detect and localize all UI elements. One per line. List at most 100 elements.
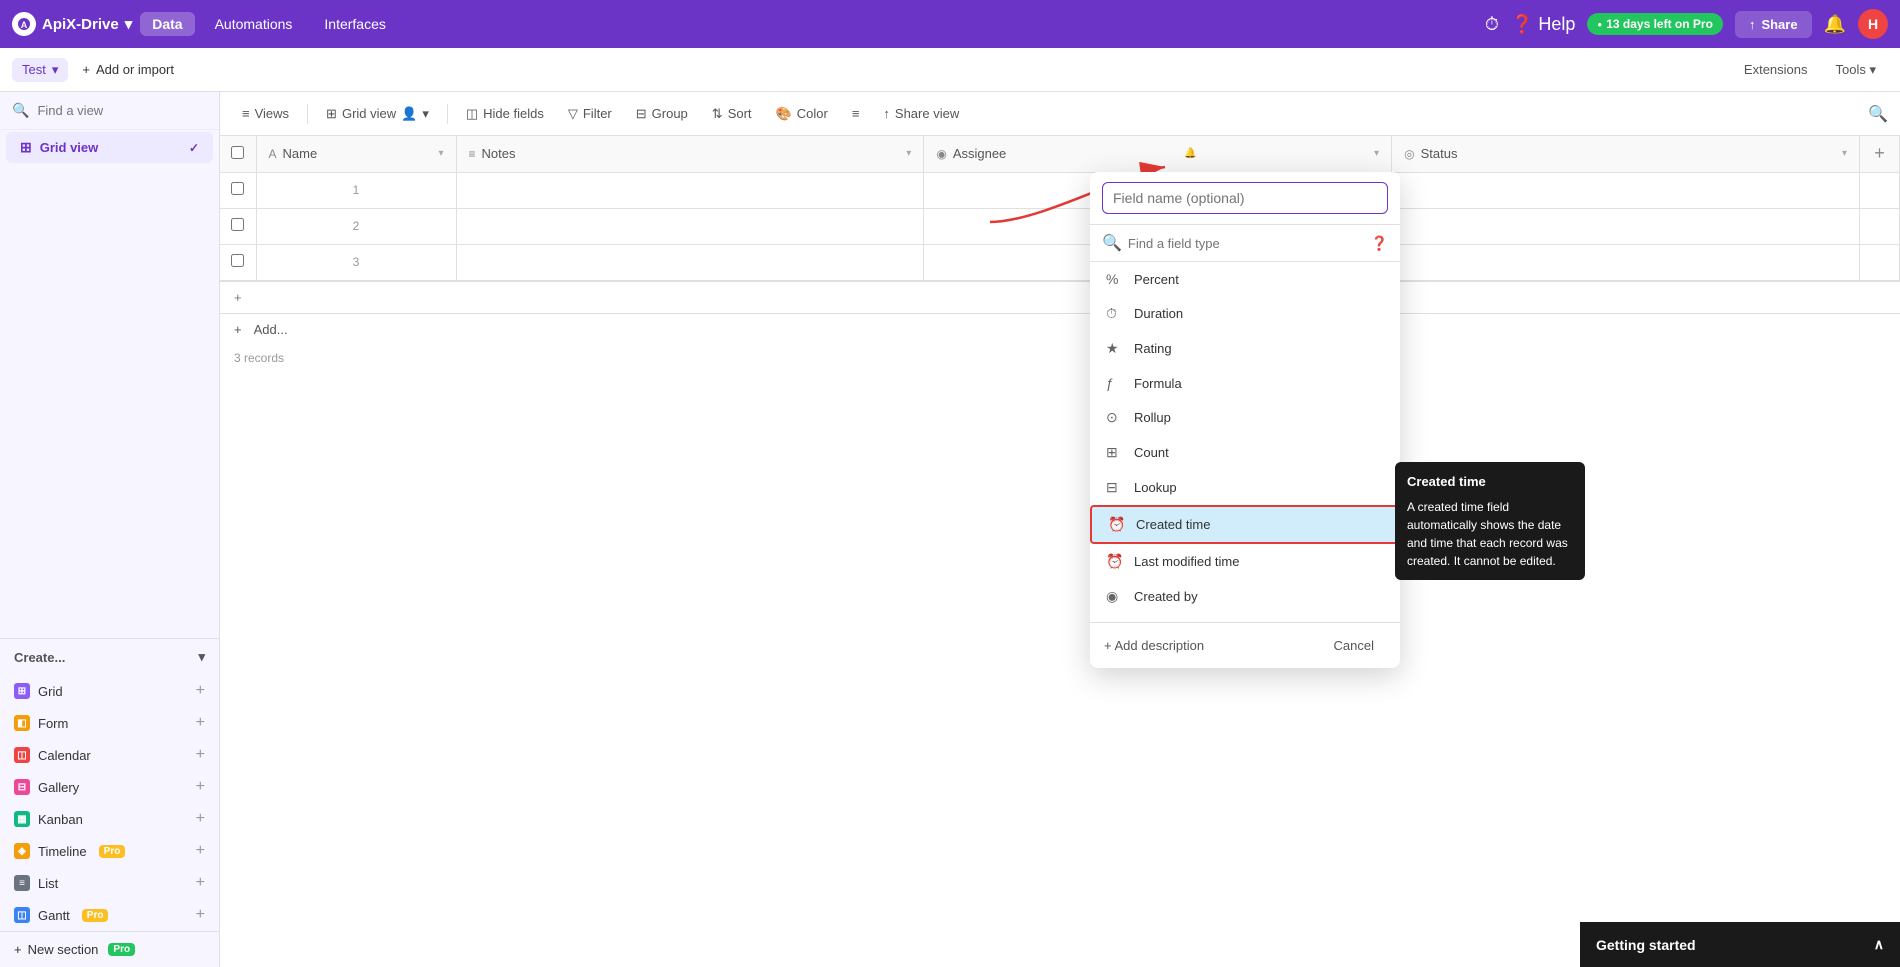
status-col-header[interactable]: ◎ Status ▾ [1392, 136, 1860, 172]
create-timeline-btn[interactable]: ◈ Timeline Pro + [0, 835, 219, 867]
create-kanban-btn[interactable]: ▦ Kanban + [0, 803, 219, 835]
color-btn[interactable]: 🎨 Color [766, 101, 838, 127]
assignee-cell-3[interactable] [1392, 244, 1860, 280]
status-cell-2[interactable] [1860, 208, 1900, 244]
help-btn[interactable]: ❓ Help [1511, 14, 1575, 35]
field-item-formula[interactable]: ƒ Formula [1090, 366, 1400, 400]
search-icon: 🔍 [12, 102, 29, 119]
status-cell-1[interactable] [1860, 172, 1900, 208]
count-icon: ⊞ [1106, 444, 1124, 461]
share-btn[interactable]: ↑ Share [1735, 11, 1812, 38]
calendar-icon: ◫ [14, 747, 30, 763]
field-item-lookup[interactable]: ⊟ Lookup [1090, 470, 1400, 505]
add-row-btn[interactable]: + [220, 281, 1900, 313]
field-item-rollup[interactable]: ⊙ Rollup [1090, 400, 1400, 435]
name-col-header[interactable]: A Name ▾ [256, 136, 456, 172]
views-btn[interactable]: ≡ Views [232, 101, 299, 126]
create-gallery-btn[interactable]: ⊟ Gallery + [0, 771, 219, 803]
group-btn[interactable]: ⊟ Group [626, 101, 698, 127]
notifications-icon[interactable]: 🔔 [1824, 14, 1846, 35]
notes-col-header[interactable]: ≡ Notes ▾ [456, 136, 924, 172]
create-form-btn[interactable]: ◧ Form + [0, 707, 219, 739]
find-view-input[interactable] [37, 103, 213, 118]
assignee-cell-1[interactable] [1392, 172, 1860, 208]
field-item-label: Created by [1134, 589, 1198, 604]
checkbox-cell[interactable] [220, 208, 256, 244]
status-cell-3[interactable] [1860, 244, 1900, 280]
create-list-btn[interactable]: ≡ List + [0, 867, 219, 899]
extensions-btn[interactable]: Extensions [1732, 58, 1820, 82]
add-col-btn[interactable]: + [1860, 136, 1900, 172]
row-height-btn[interactable]: ≡ [842, 101, 870, 126]
tools-btn[interactable]: Tools ▾ [1824, 58, 1889, 82]
add-or-import-btn[interactable]: + Add or import [72, 58, 184, 81]
create-calendar-btn[interactable]: ◫ Calendar + [0, 739, 219, 771]
field-item-duration[interactable]: ⏱ Duration [1090, 296, 1400, 331]
nav-dropdown-arrow[interactable]: ▾ [125, 15, 133, 33]
add-description-btn[interactable]: + Add description [1104, 638, 1204, 653]
field-item-rating[interactable]: ★ Rating [1090, 331, 1400, 366]
sort-btn[interactable]: ⇅ Sort [702, 101, 762, 127]
history-icon[interactable]: ⏱ [1485, 14, 1499, 35]
new-section-btn[interactable]: + New section Pro [0, 931, 219, 967]
field-item-label: Percent [1134, 272, 1179, 287]
filter-icon: ▽ [568, 106, 578, 122]
checkbox-cell[interactable] [220, 172, 256, 208]
field-item-last-modified-by[interactable]: ◉ Last modified by [1090, 614, 1400, 622]
kanban-label: Kanban [38, 812, 83, 827]
cancel-btn[interactable]: Cancel [1322, 633, 1386, 658]
checkbox-col-header[interactable] [220, 136, 256, 172]
nav-automations-btn[interactable]: Automations [203, 12, 305, 36]
test-tab[interactable]: Test ▾ [12, 58, 68, 82]
avatar[interactable]: H [1858, 9, 1888, 39]
app-logo[interactable]: A ApiX-Drive ▾ [12, 12, 132, 36]
sidebar-item-grid-view[interactable]: ⊞ Grid view ✓ [6, 132, 213, 163]
percent-icon: % [1106, 271, 1124, 287]
field-type-search-input[interactable] [1128, 236, 1365, 251]
filter-btn[interactable]: ▽ Filter [558, 101, 622, 127]
assignee-cell-2[interactable] [1392, 208, 1860, 244]
nav-interfaces-btn[interactable]: Interfaces [312, 12, 397, 36]
plus-icon: + [196, 682, 205, 700]
name-cell-2[interactable] [456, 208, 924, 244]
search-icon[interactable]: 🔍 [1868, 104, 1888, 124]
name-cell-1[interactable] [456, 172, 924, 208]
field-item-created-by[interactable]: ◉ Created by [1090, 579, 1400, 614]
create-section[interactable]: Create... ▾ [0, 639, 219, 675]
field-item-last-modified-time[interactable]: ⏰ Last modified time [1090, 544, 1400, 579]
field-item-label: Lookup [1134, 480, 1177, 495]
field-item-percent[interactable]: % Percent [1090, 262, 1400, 296]
hide-fields-btn[interactable]: ◫ Hide fields [456, 101, 554, 127]
plus-icon: + [234, 322, 242, 337]
name-cell-3[interactable] [456, 244, 924, 280]
getting-started-bar[interactable]: Getting started ∧ [1580, 922, 1900, 967]
field-item-count[interactable]: ⊞ Count [1090, 435, 1400, 470]
sidebar: 🔍 ⚙ ⊞ Grid view ✓ Create... ▾ ⊞ Grid + [0, 92, 220, 967]
chevron-icon: ▾ [438, 148, 443, 159]
form-label: Form [38, 716, 68, 731]
field-item-label: Rating [1134, 341, 1172, 356]
select-all-checkbox[interactable] [231, 146, 244, 159]
pro-badge[interactable]: 13 days left on Pro [1587, 13, 1723, 35]
field-name-input[interactable] [1102, 182, 1388, 214]
assignee-col-header[interactable]: ◉ Assignee 🔔 ▾ [924, 136, 1392, 172]
plus-icon: + [196, 906, 205, 924]
divider [307, 104, 308, 124]
grid-view-btn[interactable]: ⊞ Grid view 👤 ▾ [316, 101, 439, 127]
grid-area: A Name ▾ ≡ Notes ▾ [220, 136, 1900, 967]
help-icon[interactable]: ❓ [1371, 235, 1388, 252]
field-item-created-time[interactable]: ⏰ Created time [1090, 505, 1400, 544]
share-view-btn[interactable]: ↑ Share view [873, 101, 969, 126]
color-icon: 🎨 [776, 106, 792, 122]
assignee-col-icon: ◉ [936, 147, 946, 161]
duration-icon: ⏱ [1106, 305, 1124, 322]
created-by-icon: ◉ [1106, 588, 1124, 605]
nav-data-btn[interactable]: Data [140, 12, 194, 36]
add-bottom-bar[interactable]: + Add... [220, 313, 1900, 345]
svg-text:A: A [21, 20, 28, 30]
create-grid-btn[interactable]: ⊞ Grid + [0, 675, 219, 707]
checkbox-cell[interactable] [220, 244, 256, 280]
create-gantt-btn[interactable]: ◫ Gantt Pro + [0, 899, 219, 931]
status-col-label: Status [1421, 146, 1458, 161]
assignee-col-label: Assignee [953, 146, 1006, 161]
